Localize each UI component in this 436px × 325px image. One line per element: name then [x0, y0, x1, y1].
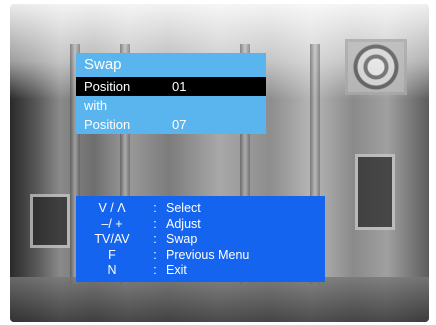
menu-row-position-1[interactable]: Position 01 — [76, 77, 266, 96]
help-sep: : — [153, 247, 157, 262]
menu-row-position-2[interactable]: Position 07 — [76, 115, 266, 134]
row-label: Position — [84, 79, 131, 94]
help-row-previous-menu: F : Previous Menu — [76, 248, 325, 264]
help-desc: Exit — [166, 263, 187, 277]
help-desc: Adjust — [166, 216, 201, 231]
help-key: V / Λ — [98, 201, 126, 215]
menu-title: Swap — [84, 56, 122, 73]
swap-menu: Swap Position 01 with Position 07 — [76, 53, 266, 134]
help-desc: Swap — [166, 232, 198, 246]
help-sep: : — [153, 263, 157, 277]
help-row-swap: TV/AV : Swap — [76, 232, 325, 248]
help-key: F — [108, 247, 116, 262]
row-label: with — [84, 98, 108, 113]
background-street — [10, 277, 429, 322]
row-value: 01 — [172, 79, 187, 94]
help-row-adjust: –/ + : Adjust — [76, 217, 325, 233]
background-window — [30, 194, 70, 248]
help-desc: Previous Menu — [166, 247, 250, 262]
help-sep: : — [153, 216, 157, 231]
row-value: 07 — [172, 117, 187, 132]
help-row-select: V / Λ : Select — [76, 201, 325, 217]
background-rose-window — [345, 39, 407, 95]
row-label: Position — [84, 117, 131, 132]
help-row-exit: N : Exit — [76, 263, 325, 279]
menu-row-with: with — [76, 96, 266, 115]
help-desc: Select — [166, 201, 201, 215]
key-help-panel: V / Λ : Select –/ + : Adjust TV/AV : Swa… — [76, 196, 325, 282]
help-sep: : — [153, 232, 157, 246]
help-key: TV/AV — [94, 232, 130, 246]
help-key: –/ + — [101, 216, 123, 231]
help-key: N — [107, 263, 117, 277]
background-window — [355, 154, 395, 230]
help-sep: : — [153, 201, 157, 215]
